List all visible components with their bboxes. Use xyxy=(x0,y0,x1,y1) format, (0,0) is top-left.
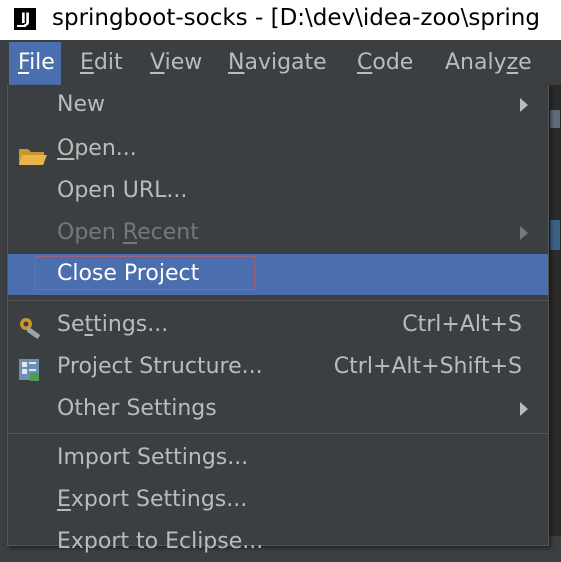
menu-item-project-structure[interactable]: Project Structure... Ctrl+Alt+Shift+S xyxy=(8,347,548,387)
menu-item-export-settings[interactable]: Export Settings... xyxy=(8,480,548,520)
menu-item-open-recent: Open Recent xyxy=(8,213,548,253)
menu-item-label: Project Structure... xyxy=(57,354,263,379)
submenu-arrow-icon xyxy=(520,402,528,416)
menu-item-open[interactable]: Open... xyxy=(8,129,548,169)
submenu-arrow-icon xyxy=(520,226,528,240)
menu-edit[interactable]: Edit xyxy=(80,42,123,85)
menu-item-close-project[interactable]: Close Project xyxy=(8,254,548,295)
menu-item-label: Open... xyxy=(57,136,137,161)
menu-separator xyxy=(8,433,548,434)
window-title: springboot-socks - [D:\dev\idea-zoo\spri… xyxy=(52,5,540,31)
menu-bar: File Edit View Navigate Code Analyze xyxy=(0,42,561,85)
menu-file[interactable]: File xyxy=(9,42,61,85)
menu-item-label: Export Settings... xyxy=(57,487,248,512)
menu-item-other-settings[interactable]: Other Settings xyxy=(8,389,548,429)
menu-item-label: Settings... xyxy=(57,312,169,337)
menu-navigate[interactable]: Navigate xyxy=(228,42,327,85)
menu-item-settings[interactable]: Settings... Ctrl+Alt+S xyxy=(8,305,548,345)
intellij-logo-icon: IJ xyxy=(14,8,36,30)
file-menu-dropdown: New Open... Open URL... Open Recent Clos… xyxy=(7,85,549,554)
menu-item-shortcut: Ctrl+Alt+S xyxy=(402,312,522,337)
window-title-bar: IJ springboot-socks - [D:\dev\idea-zoo\s… xyxy=(0,0,561,40)
menu-analyze[interactable]: Analyze xyxy=(445,42,532,85)
menu-item-label: Open URL... xyxy=(57,178,188,203)
menu-separator xyxy=(8,300,548,301)
menu-item-export-to-eclipse[interactable]: Export to Eclipse... xyxy=(8,522,548,562)
menu-code[interactable]: Code xyxy=(357,42,413,85)
menu-item-shortcut: Ctrl+Alt+Shift+S xyxy=(333,354,522,379)
menu-item-label: New xyxy=(57,92,105,117)
menu-item-import-settings[interactable]: Import Settings... xyxy=(8,438,548,478)
menu-item-label: Other Settings xyxy=(57,396,217,421)
submenu-arrow-icon xyxy=(520,98,528,112)
menu-item-label: Import Settings... xyxy=(57,445,249,470)
menu-item-label: Export to Eclipse... xyxy=(57,529,264,554)
menu-item-label: Close Project xyxy=(57,261,200,286)
menu-item-new[interactable]: New xyxy=(8,85,548,125)
editor-edge xyxy=(548,85,561,536)
menu-view[interactable]: View xyxy=(150,42,202,85)
menu-item-open-url[interactable]: Open URL... xyxy=(8,171,548,211)
menu-item-label: Open Recent xyxy=(57,220,199,245)
